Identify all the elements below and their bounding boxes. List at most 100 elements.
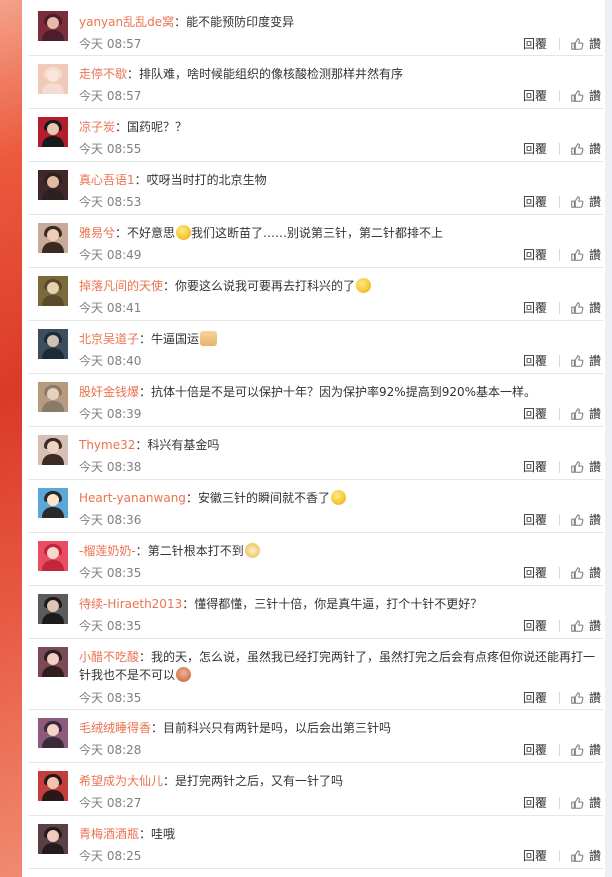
reply-button[interactable]: 回覆 [523,689,547,706]
avatar[interactable] [38,117,68,147]
comment-username[interactable]: yanyan乱乱de窝 [79,15,174,29]
avatar[interactable] [38,329,68,359]
comment-actions: 回覆 讚 [523,741,601,758]
like-button[interactable]: 讚 [570,35,601,52]
comment-username[interactable]: Heart-yananwang [79,491,186,505]
thumbs-up-icon [570,195,584,209]
avatar[interactable] [38,488,68,518]
comment-body: 哇哦 [151,827,176,841]
comment-username[interactable]: 掉落凡间的天使 [79,279,163,293]
reply-button[interactable]: 回覆 [523,140,547,157]
avatar[interactable] [38,718,68,748]
reply-button[interactable]: 回覆 [523,405,547,422]
reply-button[interactable]: 回覆 [523,352,547,369]
like-label: 讚 [588,142,601,156]
reply-button[interactable]: 回覆 [523,35,547,52]
comment-text-line: 走停不歇：排队难，啥时候能组织的像核酸检测那样井然有序 [79,65,599,83]
comment-username[interactable]: 凉子炭 [79,120,115,134]
comment-timestamp: 今天 08:35 [79,619,142,633]
like-label: 讚 [588,743,601,757]
like-button[interactable]: 讚 [570,246,601,263]
thumbs-up-icon [570,566,584,580]
reply-button[interactable]: 回覆 [523,87,547,104]
like-button[interactable]: 讚 [570,352,601,369]
reply-button[interactable]: 回覆 [523,299,547,316]
reply-button[interactable]: 回覆 [523,617,547,634]
like-button[interactable]: 讚 [570,794,601,811]
reply-button[interactable]: 回覆 [523,847,547,864]
comment-actions: 回覆 讚 [523,246,601,263]
avatar[interactable] [38,435,68,465]
avatar[interactable] [38,541,68,571]
comment-row: 股奸金钱爆：抗体十倍是不是可以保护十年？因为保护率92%提高到920%基本一样。… [28,374,603,427]
like-label: 讚 [588,37,601,51]
like-button[interactable]: 讚 [570,299,601,316]
reply-button[interactable]: 回覆 [523,246,547,263]
comment-actions: 回覆 讚 [523,35,601,52]
comment-username[interactable]: 青梅酒酒瓶 [79,827,139,841]
comment-username[interactable]: 雅易兮 [79,226,115,240]
comment-text-line: 掉落凡间的天使：你要这么说我可要再去打科兴的了 [79,277,599,295]
like-label: 讚 [588,566,601,580]
like-button[interactable]: 讚 [570,564,601,581]
comment-timestamp: 今天 08:39 [79,407,142,421]
comment-username[interactable]: 北京吴道子 [79,332,139,346]
comment-list: yanyan乱乱de窝：能不能预防印度变异 今天 08:57 回覆讚走停不歇：排队难… [22,0,605,877]
like-button[interactable]: 讚 [570,193,601,210]
username-separator: ： [115,120,128,134]
like-button[interactable]: 讚 [570,847,601,864]
username-separator: ： [185,491,198,505]
comment-body: 国药呢？？ [127,120,188,134]
comment-username[interactable]: 小醋不吃酸 [79,650,139,664]
comment-username[interactable]: Thyme32 [79,438,135,452]
comment-actions: 回覆 讚 [523,299,601,316]
comment-timestamp: 今天 08:57 [79,89,142,103]
comment-timestamp: 今天 08:41 [79,301,142,315]
avatar[interactable] [38,64,68,94]
reply-button[interactable]: 回覆 [523,458,547,475]
comment-username[interactable]: 真心吾语1 [79,173,135,187]
like-label: 讚 [588,796,601,810]
reply-button[interactable]: 回覆 [523,564,547,581]
comment-body: 排队难，啥时候能组织的像核酸检测那样井然有序 [139,67,404,81]
avatar[interactable] [38,223,68,253]
action-divider [558,566,560,579]
avatar[interactable] [38,276,68,306]
avatar[interactable] [38,382,68,412]
comment-body: 科兴有基金吗 [147,438,220,452]
like-button[interactable]: 讚 [570,689,601,706]
avatar[interactable] [38,647,68,677]
comment-username[interactable]: 毛绒绒睡得香 [79,721,151,735]
comment-body: 你要这么说我可要再去打科兴的了 [175,279,356,293]
avatar[interactable] [38,594,68,624]
comment-username[interactable]: 走停不歇 [79,67,127,81]
comment-username[interactable]: 待续-Hiraeth2013 [79,597,182,611]
reply-button[interactable]: 回覆 [523,794,547,811]
comment-actions: 回覆 讚 [523,193,601,210]
avatar[interactable] [38,170,68,200]
username-separator: ： [174,15,187,29]
comment-body: 懂得都懂，三针十倍，你是真牛逼，打个十针不更好？ [194,597,483,611]
like-button[interactable]: 讚 [570,511,601,528]
comment-row: 待续-Hiraeth2013：懂得都懂，三针十倍，你是真牛逼，打个十针不更好？ 今… [28,586,603,639]
like-button[interactable]: 讚 [570,741,601,758]
avatar[interactable] [38,771,68,801]
avatar[interactable] [38,11,68,41]
reply-button[interactable]: 回覆 [523,193,547,210]
comment-username[interactable]: 希望成为大仙儿 [79,774,163,788]
comment-row: 雅易兮：不好意思 我们这断苗了……别说第三针，第二针都排不上 今天 08:49 回覆 讚 [28,215,603,268]
like-button[interactable]: 讚 [570,87,601,104]
reply-button[interactable]: 回覆 [523,511,547,528]
comment-body: 抗体十倍是不是可以保护十年？因为保护率92%提高到920%基本一样。 [151,385,537,399]
like-button[interactable]: 讚 [570,617,601,634]
like-button[interactable]: 讚 [570,458,601,475]
like-button[interactable]: 讚 [570,140,601,157]
thumbs-up-icon [570,691,584,705]
like-button[interactable]: 讚 [570,405,601,422]
comment-text-line: Heart-yananwang：安徽三针的瞬间就不香了 [79,489,599,507]
avatar[interactable] [38,824,68,854]
comment-username[interactable]: 股奸金钱爆 [79,385,139,399]
comment-body: 安徽三针的瞬间就不香了 [197,491,330,505]
comment-username[interactable]: -榴莲奶奶- [79,544,136,558]
reply-button[interactable]: 回覆 [523,741,547,758]
